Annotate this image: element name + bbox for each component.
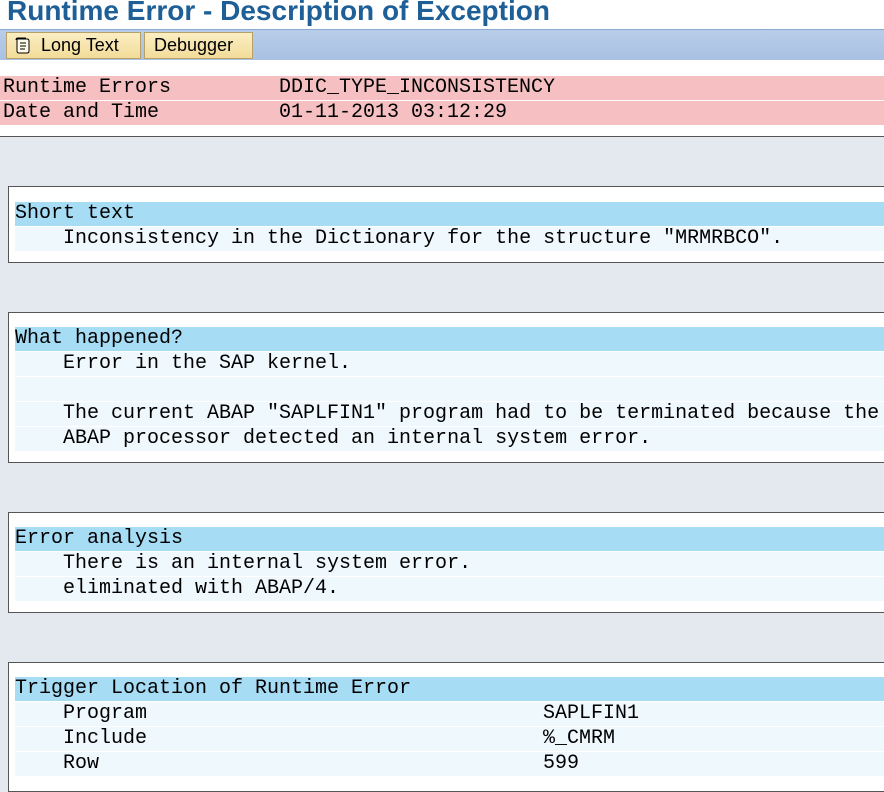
title-bar: Runtime Error - Description of Exception	[0, 0, 884, 29]
section-heading: Short text	[15, 202, 884, 226]
trigger-label: Program	[63, 702, 148, 725]
trigger-value: SAPLFIN1	[543, 702, 640, 725]
header-key: Date and Time	[3, 101, 160, 124]
trigger-value: %_CMRM	[543, 727, 616, 750]
section-line-text: eliminated with ABAP/4.	[63, 577, 340, 600]
scroll-icon	[13, 37, 33, 55]
header-value: 01-11-2013 03:12:29	[279, 101, 508, 124]
long-text-label: Long Text	[41, 35, 119, 55]
header-key: Runtime Errors	[3, 76, 172, 99]
section-line-text: There is an internal system error.	[63, 552, 472, 575]
section-line: The current ABAP "SAPLFIN1" program had …	[15, 402, 884, 426]
section-line	[15, 377, 884, 401]
section-line: eliminated with ABAP/4.	[15, 577, 884, 601]
section-line-text: The current ABAP "SAPLFIN1" program had …	[63, 402, 880, 425]
trigger-row-row: Row 599	[15, 752, 884, 776]
application-toolbar: Long Text Debugger	[0, 29, 884, 61]
section-line-text: ABAP processor detected an internal syst…	[63, 427, 652, 450]
section-error-analysis: Error analysis There is an internal syst…	[8, 512, 884, 613]
section-what-happened: What happened? Error in the SAP kernel. …	[8, 312, 884, 463]
section-line: Error in the SAP kernel.	[15, 352, 884, 376]
section-heading: Error analysis	[15, 527, 884, 551]
section-line: Inconsistency in the Dictionary for the …	[15, 227, 884, 251]
section-line-text: Error in the SAP kernel.	[63, 352, 352, 375]
debugger-label: Debugger	[154, 35, 234, 55]
trigger-row-program: Program SAPLFIN1	[15, 702, 884, 726]
section-line-text: Inconsistency in the Dictionary for the …	[63, 227, 784, 250]
section-short-text: Short text Inconsistency in the Dictiona…	[8, 186, 884, 263]
header-row-date-time: Date and Time 01-11-2013 03:12:29	[0, 101, 884, 125]
trigger-value: 599	[543, 752, 580, 775]
section-line: ABAP processor detected an internal syst…	[15, 427, 884, 451]
section-heading: Trigger Location of Runtime Error	[15, 677, 884, 701]
section-line: There is an internal system error.	[15, 552, 884, 576]
section-trigger-location: Trigger Location of Runtime Error Progra…	[8, 662, 884, 792]
debugger-button[interactable]: Debugger	[144, 32, 253, 59]
trigger-row-include: Include %_CMRM	[15, 727, 884, 751]
long-text-button[interactable]: Long Text	[6, 32, 141, 59]
header-value: DDIC_TYPE_INCONSISTENCY	[279, 76, 556, 99]
trigger-label: Include	[63, 727, 148, 750]
section-heading: What happened?	[15, 327, 884, 351]
error-header: Runtime Errors DDIC_TYPE_INCONSISTENCY D…	[0, 60, 884, 137]
header-row-runtime-errors: Runtime Errors DDIC_TYPE_INCONSISTENCY	[0, 76, 884, 100]
page-title: Runtime Error - Description of Exception	[7, 0, 550, 26]
trigger-label: Row	[63, 752, 100, 775]
